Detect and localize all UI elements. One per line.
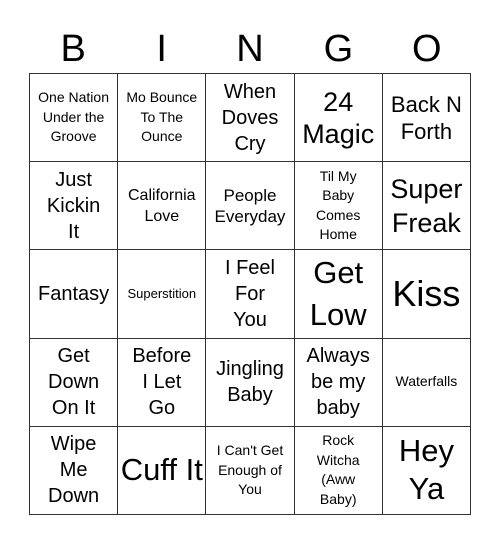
cell-text: Superstition [127,286,197,302]
bingo-cell[interactable]: Super Freak [382,162,471,251]
cell-text: Wipe Me Down [48,433,100,508]
bingo-cell[interactable]: Cuff It [118,426,207,515]
bingo-cell[interactable]: Mo Bounce To The Ounce [118,74,207,163]
cell-text: Rock Witcha (Aww Baby) [316,432,360,507]
bingo-cell[interactable]: Hey Ya [382,426,471,515]
bingo-cell[interactable]: Wipe Me Down [30,426,119,515]
cell-text: Cuff It [120,452,203,488]
bingo-cell[interactable]: Just Kickin It [30,162,119,251]
bingo-cell[interactable]: Get Down On It [30,338,119,427]
bingo-cell[interactable]: Superstition [118,250,207,339]
cell-text: Just Kickin It [46,168,101,243]
bingo-cell[interactable]: Back N Forth [382,74,471,163]
cell-text: California Love [127,186,196,225]
cell-text: 24 Magic [302,86,375,149]
cell-text: Always be my baby [306,345,370,420]
cell-text: Get Low [309,255,367,332]
header-letter-i: I [156,28,167,70]
cell-text: Hey Ya [398,433,454,507]
bingo-cell[interactable]: Kiss [382,250,471,339]
bingo-cell[interactable]: One Nation Under the Groove [30,74,119,163]
cell-text: Jingling Baby [216,358,284,407]
cell-text: I Can't Get Enough of You [216,442,284,498]
cell-text: One Nation Under the Groove [38,89,109,145]
bingo-cell[interactable]: People Everyday [206,162,295,251]
bingo-cell[interactable]: Fantasy [30,250,119,339]
cell-text: Super Freak [390,173,463,238]
cell-text: I Feel For You [224,256,275,331]
bingo-cell[interactable]: California Love [118,162,207,251]
bingo-cell[interactable]: Jingling Baby [206,338,295,427]
cell-text: When Doves Cry [221,80,279,155]
cell-text: Mo Bounce To The Ounce [126,89,198,145]
cell-text: Til My Baby Comes Home [316,167,361,243]
header-letter-o: O [412,28,442,70]
bingo-cell[interactable]: I Can't Get Enough of You [206,426,295,515]
bingo-cell[interactable]: I Feel For You [206,250,295,339]
cell-text: Waterfalls [395,373,458,390]
cell-text: Before I Let Go [132,345,192,420]
bingo-card-grid: One Nation Under the Groove Mo Bounce To… [29,73,471,515]
bingo-cell[interactable]: 24 Magic [294,74,383,163]
bingo-header: B I N G O [29,26,471,72]
bingo-cell[interactable]: Rock Witcha (Aww Baby) [294,426,383,515]
header-letter-b: B [60,28,86,70]
bingo-cell[interactable]: Waterfalls [382,338,471,427]
cell-text: Kiss [392,272,461,314]
bingo-cell[interactable]: Til My Baby Comes Home [294,162,383,251]
cell-text: Get Down On It [48,345,100,420]
bingo-cell[interactable]: Get Low [294,250,383,339]
bingo-cell[interactable]: Before I Let Go [118,338,207,427]
bingo-cell[interactable]: When Doves Cry [206,74,295,163]
cell-text: Fantasy [38,282,110,305]
cell-text: People Everyday [214,185,286,226]
header-letter-g: G [323,28,354,70]
bingo-cell[interactable]: Always be my baby [294,338,383,427]
header-letter-n: N [236,28,264,70]
cell-text: Back N Forth [390,91,462,144]
